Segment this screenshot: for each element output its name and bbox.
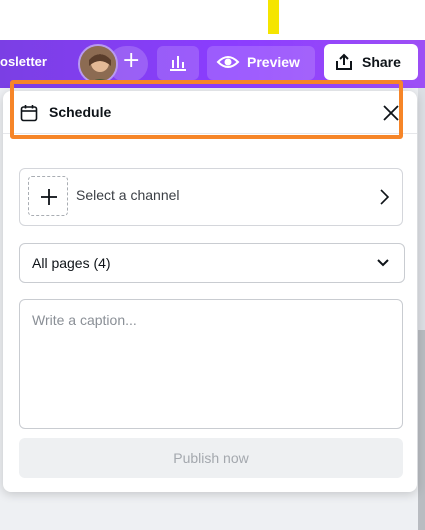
- pages-dropdown[interactable]: All pages (4): [19, 243, 405, 283]
- panel-header: Schedule: [3, 91, 417, 134]
- yellow-marker: [268, 0, 279, 34]
- select-channel-label: Select a channel: [76, 187, 180, 203]
- caption-input[interactable]: [19, 299, 403, 429]
- eye-icon: [216, 56, 240, 68]
- panel-title: Schedule: [49, 104, 112, 120]
- close-icon[interactable]: [381, 103, 401, 123]
- plus-icon: [41, 189, 57, 205]
- share-label: Share: [362, 54, 401, 70]
- upload-icon: [336, 53, 352, 70]
- avatar[interactable]: [78, 44, 118, 84]
- pages-selected-value: All pages (4): [32, 255, 111, 271]
- canvas-edge-dark: [418, 330, 425, 530]
- editor-header: osletter + Preview Share: [0, 40, 425, 88]
- publish-now-button[interactable]: Publish now: [19, 438, 403, 478]
- preview-button[interactable]: Preview: [207, 46, 315, 80]
- chart-icon: [170, 56, 186, 71]
- schedule-panel: Schedule Select a channel All pages (4): [3, 91, 417, 492]
- design-title[interactable]: osletter: [0, 54, 47, 69]
- select-channel-button[interactable]: Select a channel: [19, 168, 403, 226]
- analytics-button[interactable]: [157, 46, 199, 80]
- calendar-icon: [20, 105, 38, 122]
- add-channel-box: [28, 176, 68, 216]
- chevron-right-icon: [380, 189, 390, 205]
- share-button[interactable]: Share: [324, 44, 418, 80]
- preview-label: Preview: [247, 54, 300, 70]
- chevron-down-icon: [377, 259, 389, 267]
